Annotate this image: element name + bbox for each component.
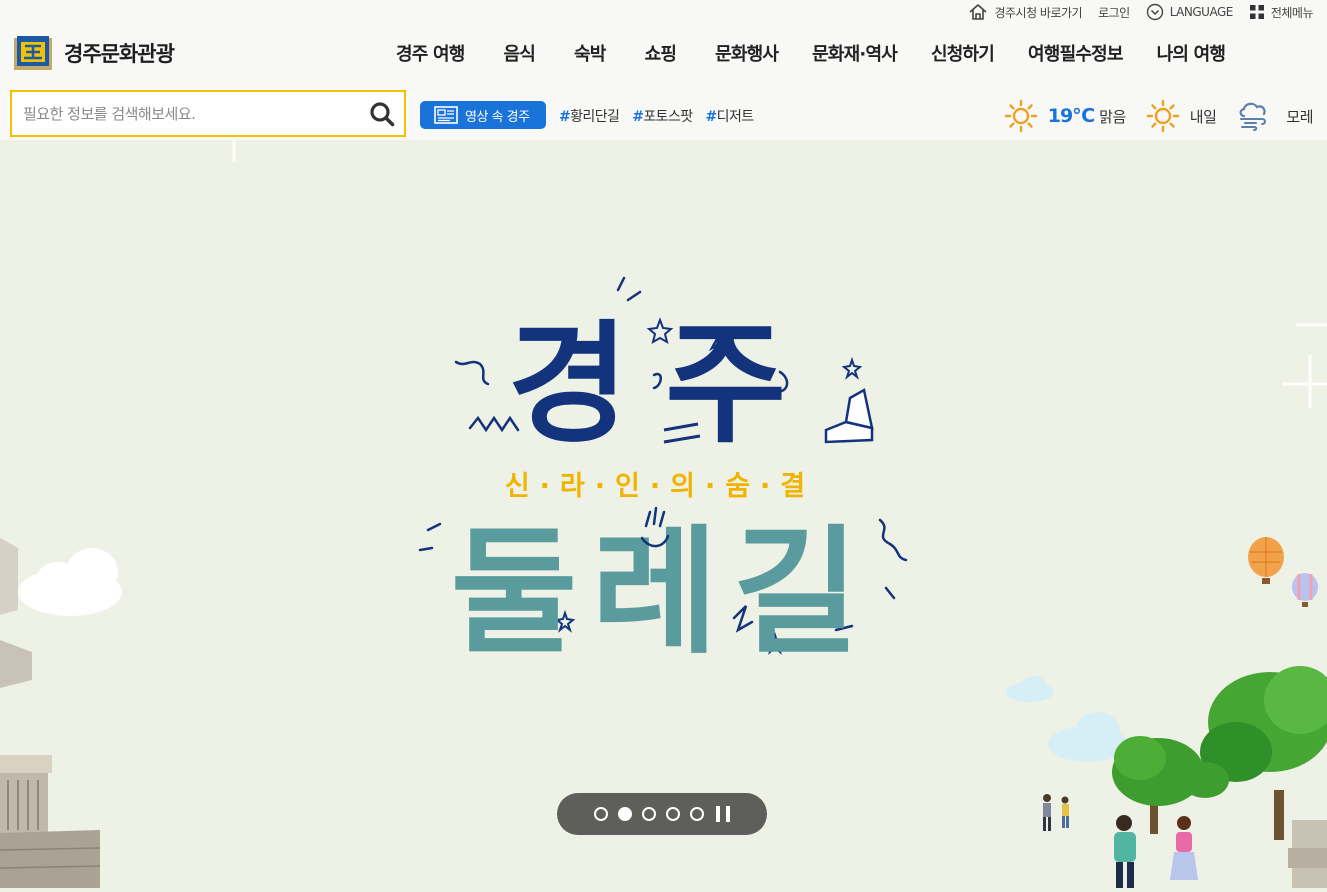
today-temperature: 19℃ [1047, 105, 1095, 127]
slider-pager [557, 793, 767, 835]
hero-subtitle: 신·라·인·의·숨·결 [505, 471, 815, 502]
hero-title-bottom: 둘레길 [451, 512, 874, 673]
cloud-left [18, 548, 122, 616]
gyeongju-emblem-icon [14, 36, 52, 70]
all-menu-button[interactable]: 전체메뉴 [1249, 4, 1314, 21]
home-icon [969, 4, 987, 20]
nav-travel-info[interactable]: 여행필수정보 [1028, 40, 1123, 66]
hashtag-photospot[interactable]: #포토스팟 [632, 106, 693, 126]
language-select[interactable]: LANGUAGE [1146, 3, 1233, 21]
tomorrow-label: 내일 [1189, 107, 1217, 126]
nav-cultural-events[interactable]: 문화행사 [715, 40, 779, 66]
search-box [10, 90, 406, 137]
grid-menu-icon [1249, 5, 1264, 19]
city-hall-label: 경주시청 바로가기 [994, 5, 1083, 20]
today-condition: 맑음 [1099, 107, 1126, 126]
nav-apply[interactable]: 신청하기 [931, 40, 995, 66]
search-input[interactable] [12, 91, 360, 136]
hero-banner[interactable]: 경주 신·라·인·의·숨·결 둘레길 [0, 120, 1327, 888]
site-logo[interactable]: 경주문화관광 [12, 34, 175, 72]
trees [1112, 666, 1327, 888]
nav-my-travel[interactable]: 나의 여행 [1157, 40, 1226, 66]
slide-dot-3[interactable] [642, 807, 656, 821]
utility-bar: 경주시청 바로가기 로그인 LANGUAGE 전체메뉴 [968, 0, 1314, 24]
nav-food[interactable]: 음식 [504, 40, 536, 66]
nav-lodging[interactable]: 숙박 [574, 40, 606, 66]
sun-icon [1004, 99, 1037, 133]
search-button[interactable] [360, 92, 404, 135]
city-hall-link[interactable]: 경주시청 바로가기 [968, 3, 1083, 21]
day-after-tomorrow-label: 모레 [1286, 107, 1313, 126]
nav-heritage-history[interactable]: 문화재·역사 [812, 40, 898, 66]
hashtag-dessert[interactable]: #디저트 [706, 106, 755, 126]
login-link[interactable]: 로그인 [1098, 4, 1130, 21]
search-strip: 영상 속 경주 #황리단길 #포토스팟 #디저트 19℃ 맑음 [0, 90, 1327, 140]
windy-cloud-icon [1239, 102, 1267, 131]
nav-gyeongju-travel[interactable]: 경주 여행 [396, 40, 465, 66]
hashtag-hwangridangil[interactable]: #황리단길 [559, 106, 620, 126]
chevron-down-circle-icon [1146, 3, 1163, 21]
hero-title-top: 경주 [508, 308, 823, 462]
site-header: 경주시청 바로가기 로그인 LANGUAGE 전체메뉴 경주문화관광 경주 여행… [0, 0, 1327, 90]
main-navigation: 경주 여행 음식 숙박 쇼핑 문화행사 문화재·역사 신청하기 여행필수정보 나… [396, 40, 1226, 66]
walking-people [1043, 794, 1198, 888]
slide-dot-2[interactable] [618, 807, 632, 821]
language-label: LANGUAGE [1169, 5, 1234, 19]
search-icon [370, 101, 395, 126]
sun-icon [1146, 99, 1179, 133]
nav-shopping[interactable]: 쇼핑 [645, 40, 677, 66]
cloud-right [1006, 676, 1128, 762]
slide-dot-5[interactable] [690, 807, 704, 821]
weather-widget: 19℃ 맑음 내일 모레 [1004, 99, 1313, 133]
pause-icon[interactable] [716, 806, 730, 822]
hero-illustration: 경주 신·라·인·의·숨·결 둘레길 [0, 120, 1327, 888]
hashtag-list: #황리단길 #포토스팟 #디저트 [559, 106, 754, 126]
login-label: 로그인 [1098, 5, 1130, 20]
all-menu-label: 전체메뉴 [1270, 5, 1314, 20]
video-button-label: 영상 속 경주 [465, 109, 530, 125]
slide-dot-4[interactable] [666, 807, 680, 821]
video-frame-icon [434, 106, 458, 124]
hot-air-balloons [1248, 537, 1318, 607]
slide-dot-1[interactable] [594, 807, 608, 821]
logo-text: 경주문화관광 [64, 42, 175, 66]
boot-icon [824, 388, 874, 444]
video-gyeongju-button[interactable]: 영상 속 경주 [420, 101, 546, 129]
